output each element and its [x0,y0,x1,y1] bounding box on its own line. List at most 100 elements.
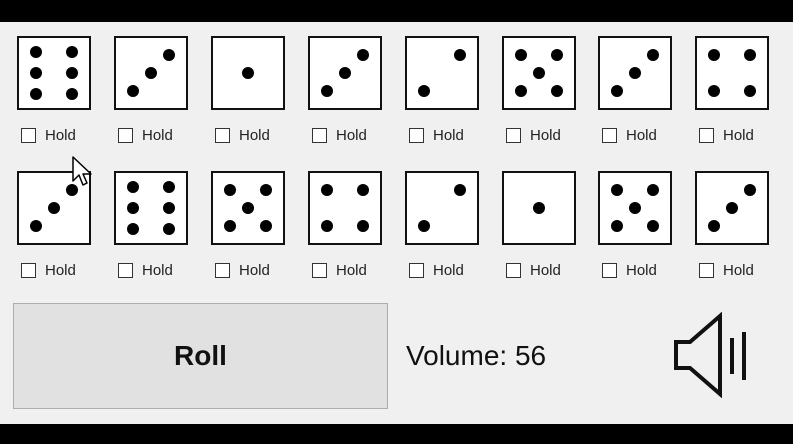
die-pip [647,48,660,61]
hold-checkbox-8[interactable]: Hold [699,125,754,145]
die-pip [163,202,176,214]
checkbox-box[interactable] [21,127,36,143]
die-pip [417,85,430,98]
die-10 [114,171,188,245]
hold-label: Hold [239,261,270,279]
roll-button[interactable]: Roll [13,303,388,409]
speaker-volume-icon[interactable] [672,312,752,398]
die-pip [514,85,527,98]
die-pip [357,183,370,196]
checkbox-box[interactable] [506,127,521,143]
die-15 [598,171,672,245]
hold-checkbox-4[interactable]: Hold [312,125,367,145]
die-12 [308,171,382,245]
hold-checkbox-6[interactable]: Hold [506,125,561,145]
die-pip [320,220,333,233]
checkbox-box[interactable] [506,262,521,278]
die-4 [308,36,382,110]
hold-label: Hold [142,126,173,144]
die-pip [647,220,660,233]
hold-checkbox-2[interactable]: Hold [118,125,173,145]
die-pip [126,181,139,193]
checkbox-box[interactable] [602,127,617,143]
hold-checkbox-11[interactable]: Hold [215,260,270,280]
die-pip [707,48,720,61]
hold-checkbox-5[interactable]: Hold [409,125,464,145]
die-pip [223,220,236,233]
checkbox-box[interactable] [409,262,424,278]
die-11 [211,171,285,245]
die-pip [29,88,42,100]
die-pip [551,48,564,61]
die-pip [126,85,139,98]
die-pip [533,202,545,214]
die-pip [417,220,430,233]
hold-label: Hold [336,261,367,279]
hold-label: Hold [530,126,561,144]
die-pip [610,220,623,233]
hold-checkbox-9[interactable]: Hold [21,260,76,280]
hold-checkbox-10[interactable]: Hold [118,260,173,280]
die-pip [163,181,176,193]
die-pip [242,202,254,214]
die-pip [647,183,660,196]
hold-checkbox-14[interactable]: Hold [506,260,561,280]
die-pip [533,67,545,79]
die-pip [29,220,42,233]
checkbox-box[interactable] [215,262,230,278]
die-pip [66,67,79,79]
checkbox-box[interactable] [215,127,230,143]
die-pip [514,48,527,61]
hold-label: Hold [336,126,367,144]
checkbox-box[interactable] [312,127,327,143]
volume-label: Volume: 56 [406,340,547,371]
die-2 [114,36,188,110]
die-pip [48,202,60,214]
die-pip [320,183,333,196]
checkbox-box[interactable] [699,127,714,143]
checkbox-box[interactable] [312,262,327,278]
die-pip [744,183,757,196]
hold-checkbox-3[interactable]: Hold [215,125,270,145]
hold-checkbox-15[interactable]: Hold [602,260,657,280]
die-5 [405,36,479,110]
hold-checkbox-13[interactable]: Hold [409,260,464,280]
die-pip [163,223,176,235]
hold-checkbox-7[interactable]: Hold [602,125,657,145]
checkbox-box[interactable] [409,127,424,143]
die-pip [744,85,757,98]
hold-label: Hold [626,126,657,144]
die-7 [598,36,672,110]
die-pip [707,220,720,233]
die-8 [695,36,769,110]
die-pip [29,67,42,79]
hold-checkbox-12[interactable]: Hold [312,260,367,280]
dice-panel: Hold Hold Hold Hold Hold Hold Hold Hold Hold Hold… [0,22,793,424]
die-pip [357,48,370,61]
die-13 [405,171,479,245]
hold-checkbox-1[interactable]: Hold [21,125,76,145]
die-pip [744,48,757,61]
checkbox-box[interactable] [602,262,617,278]
hold-label: Hold [45,261,76,279]
hold-label: Hold [723,261,754,279]
die-16 [695,171,769,245]
checkbox-box[interactable] [21,262,36,278]
die-pip [339,67,351,79]
hold-checkbox-16[interactable]: Hold [699,260,754,280]
die-pip [66,46,79,58]
checkbox-box[interactable] [118,262,133,278]
die-pip [163,48,176,61]
hold-label: Hold [433,261,464,279]
die-pip [223,183,236,196]
die-pip [260,220,273,233]
die-pip [707,85,720,98]
die-pip [629,202,641,214]
die-6 [502,36,576,110]
die-pip [126,223,139,235]
die-pip [66,88,79,100]
checkbox-box[interactable] [699,262,714,278]
checkbox-box[interactable] [118,127,133,143]
die-pip [29,46,42,58]
hold-label: Hold [142,261,173,279]
